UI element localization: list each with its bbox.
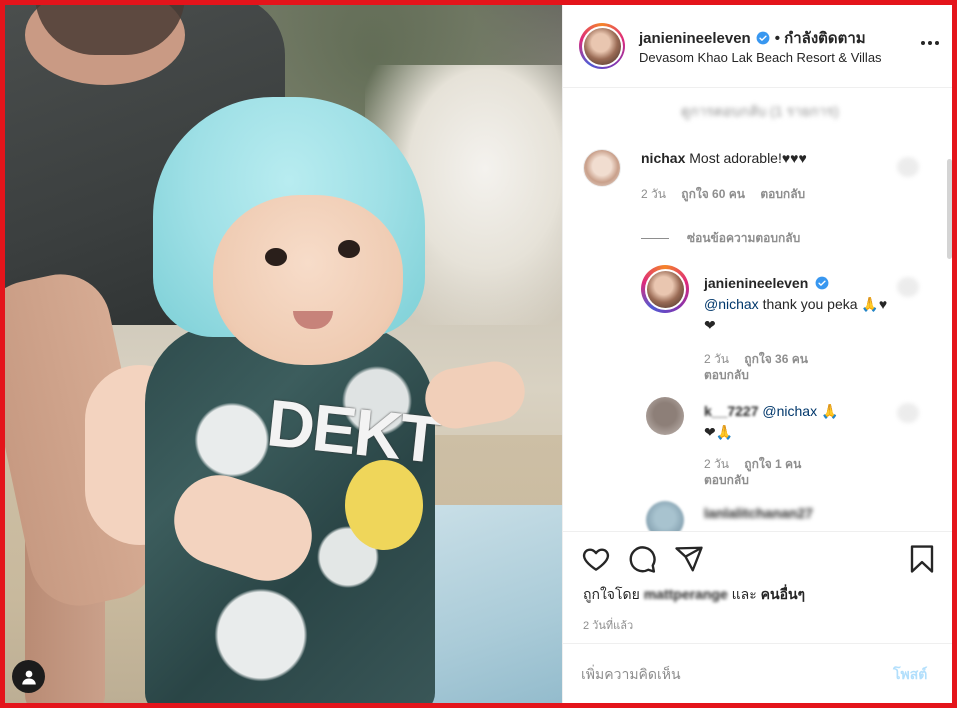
comment-icon[interactable]: [627, 544, 657, 574]
reply-username[interactable]: lanlalitchanan27: [704, 505, 813, 521]
follow-status[interactable]: • กำลังติดตาม: [775, 26, 866, 50]
liked-by-user[interactable]: mattperange: [644, 586, 728, 602]
reply-username[interactable]: janienineeleven: [704, 275, 808, 291]
reply-avatar[interactable]: [641, 265, 689, 313]
reply-mention[interactable]: @nichax: [704, 296, 759, 312]
liked-by-others[interactable]: คนอื่นๆ: [761, 586, 805, 602]
reply-username[interactable]: k__7227: [704, 403, 759, 419]
post-comment-button[interactable]: โพสต์: [893, 664, 927, 686]
reply-time[interactable]: 2 วัน: [704, 457, 729, 471]
share-icon[interactable]: [674, 544, 704, 574]
reply-avatar[interactable]: [646, 501, 684, 531]
liked-by: ถูกใจโดย mattperange และ คนอื่นๆ: [583, 586, 806, 602]
smiley-print: [345, 460, 423, 550]
reply-time[interactable]: 2 วัน: [704, 352, 729, 366]
comment-text: Most adorable!♥♥♥: [689, 150, 807, 166]
add-comment-bar: โพสต์: [563, 643, 953, 703]
reply-button[interactable]: ตอบกลับ: [704, 368, 749, 382]
more-icon[interactable]: [919, 33, 941, 53]
author-avatar[interactable]: [579, 23, 625, 69]
reply-text-line2: ❤🙏: [704, 424, 734, 440]
user-tag-icon[interactable]: [12, 660, 45, 693]
reply-avatar[interactable]: [646, 397, 684, 435]
reply-text: 🙏: [817, 403, 839, 419]
comment-likes[interactable]: ถูกใจ 60 คน: [681, 187, 745, 201]
comment-username[interactable]: nichax: [641, 150, 685, 166]
post-time[interactable]: 2 วันที่แล้ว: [583, 616, 633, 634]
reply-button[interactable]: ตอบกลับ: [704, 473, 749, 487]
hide-replies-button[interactable]: ซ่อนข้อความตอบกลับ: [641, 229, 800, 248]
view-replies-blurred: ดูการตอบกลับ (1 รายการ): [681, 103, 839, 119]
post-location[interactable]: Devasom Khao Lak Beach Resort & Villas: [639, 50, 882, 65]
author-username[interactable]: janienineeleven: [639, 30, 751, 47]
scrollbar[interactable]: [947, 159, 952, 259]
post-header: janienineeleven • กำลังติดตาม Devasom Kh…: [563, 5, 953, 88]
verified-badge-icon: [815, 276, 829, 290]
reply-like-icon[interactable]: [897, 403, 919, 423]
heart-icon[interactable]: [581, 544, 611, 574]
post-actions: ถูกใจโดย mattperange และ คนอื่นๆ 2 วันที…: [563, 531, 953, 643]
reply-likes[interactable]: ถูกใจ 1 คน: [744, 457, 801, 471]
reply-likes[interactable]: ถูกใจ 36 คน: [744, 352, 808, 366]
baby-face: [213, 195, 403, 365]
comment-time[interactable]: 2 วัน: [641, 187, 666, 201]
bookmark-icon[interactable]: [907, 544, 937, 574]
post-photo[interactable]: DEKT: [5, 5, 562, 703]
reply-button[interactable]: ตอบกลับ: [760, 187, 805, 201]
commenter-avatar[interactable]: [583, 149, 621, 187]
reply-mention[interactable]: @nichax: [762, 403, 817, 419]
post-panel: janienineeleven • กำลังติดตาม Devasom Kh…: [562, 5, 953, 703]
comment-input[interactable]: [581, 660, 871, 688]
reply-like-icon[interactable]: [897, 277, 919, 297]
verified-badge-icon: [756, 31, 770, 45]
comments-list[interactable]: ดูการตอบกลับ (1 รายการ) nichax Most ador…: [563, 89, 953, 531]
comment-like-icon[interactable]: [897, 157, 919, 177]
